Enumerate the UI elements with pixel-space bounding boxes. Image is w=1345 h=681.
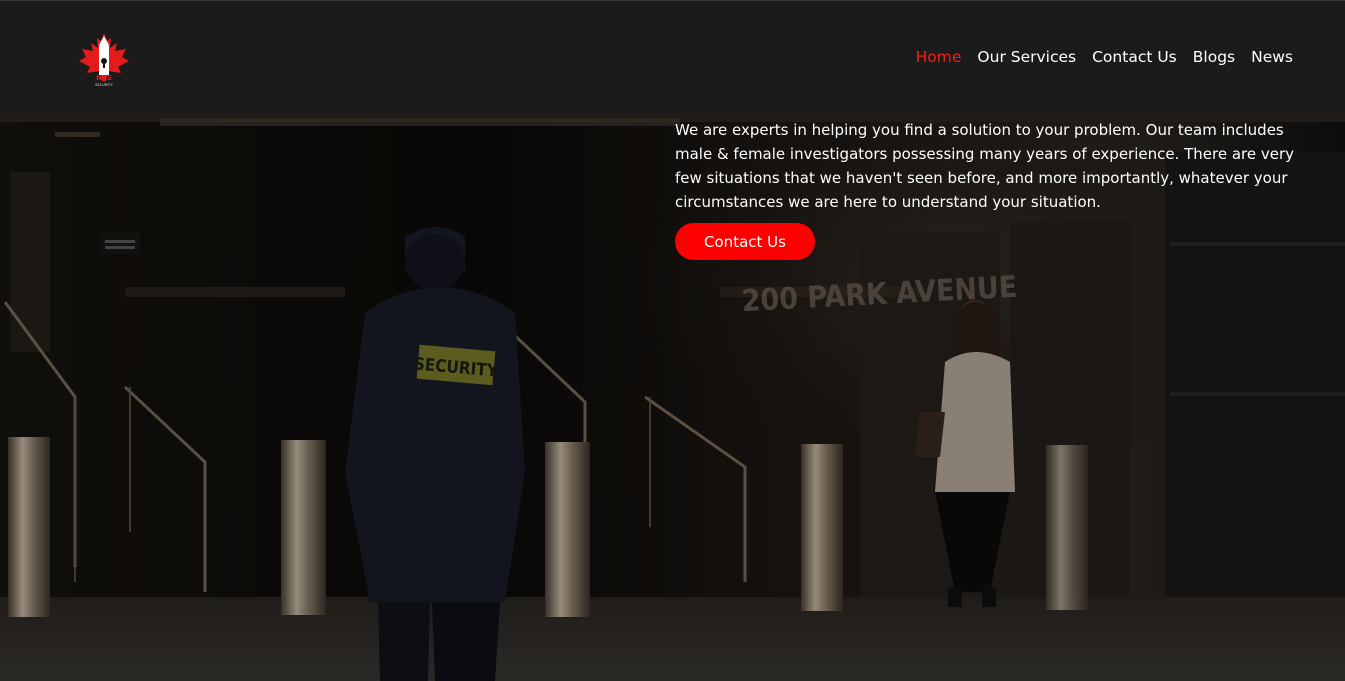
nav-our-services[interactable]: Our Services [977,48,1076,66]
logo-tagline: SECURITY [95,83,113,87]
hero-copy: We are experts in helping you find a sol… [675,118,1295,260]
maple-leaf-icon: NSS SECURITY [79,33,129,87]
nav-news[interactable]: News [1251,48,1293,66]
contact-us-button[interactable]: Contact Us [675,223,815,260]
page: NSS SECURITY Home Our Services Contact U… [0,0,1345,681]
brand-logo[interactable]: NSS SECURITY [76,31,132,89]
nav-blogs[interactable]: Blogs [1193,48,1235,66]
nav-home[interactable]: Home [916,48,962,66]
nav-contact-us[interactable]: Contact Us [1092,48,1177,66]
site-header: NSS SECURITY Home Our Services Contact U… [0,0,1345,112]
logo-letters: NSS [96,74,112,82]
main-nav: Home Our Services Contact Us Blogs News [916,48,1293,66]
hero-description: We are experts in helping you find a sol… [675,121,1295,211]
